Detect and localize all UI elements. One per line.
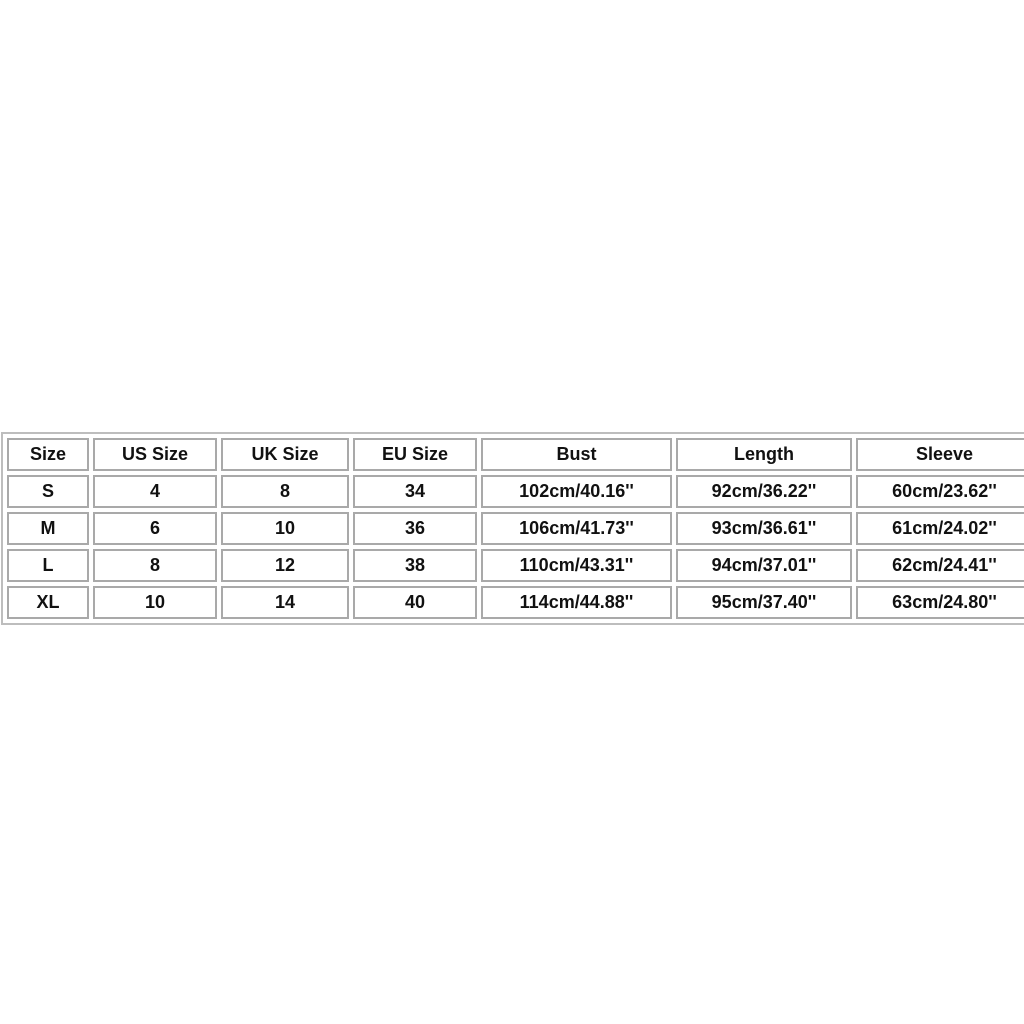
table-row: L 8 12 38 110cm/43.31'' 94cm/37.01'' 62c… xyxy=(7,549,1024,582)
header-row: Size US Size UK Size EU Size Bust Length… xyxy=(7,438,1024,471)
cell-bust: 114cm/44.88'' xyxy=(481,586,672,619)
header-uk-size: UK Size xyxy=(221,438,349,471)
cell-size: M xyxy=(7,512,89,545)
cell-size: S xyxy=(7,475,89,508)
cell-us-size: 8 xyxy=(93,549,217,582)
header-eu-size: EU Size xyxy=(353,438,477,471)
cell-length: 95cm/37.40'' xyxy=(676,586,852,619)
table-row: M 6 10 36 106cm/41.73'' 93cm/36.61'' 61c… xyxy=(7,512,1024,545)
header-us-size: US Size xyxy=(93,438,217,471)
header-length: Length xyxy=(676,438,852,471)
cell-eu-size: 38 xyxy=(353,549,477,582)
cell-length: 93cm/36.61'' xyxy=(676,512,852,545)
cell-size: XL xyxy=(7,586,89,619)
table-row: S 4 8 34 102cm/40.16'' 92cm/36.22'' 60cm… xyxy=(7,475,1024,508)
cell-bust: 102cm/40.16'' xyxy=(481,475,672,508)
cell-uk-size: 14 xyxy=(221,586,349,619)
cell-length: 94cm/37.01'' xyxy=(676,549,852,582)
cell-eu-size: 34 xyxy=(353,475,477,508)
cell-eu-size: 40 xyxy=(353,586,477,619)
cell-uk-size: 10 xyxy=(221,512,349,545)
header-bust: Bust xyxy=(481,438,672,471)
cell-sleeve: 62cm/24.41'' xyxy=(856,549,1024,582)
cell-us-size: 4 xyxy=(93,475,217,508)
cell-eu-size: 36 xyxy=(353,512,477,545)
cell-us-size: 10 xyxy=(93,586,217,619)
cell-length: 92cm/36.22'' xyxy=(676,475,852,508)
header-sleeve: Sleeve xyxy=(856,438,1024,471)
size-chart-table: Size US Size UK Size EU Size Bust Length… xyxy=(1,432,1024,625)
cell-uk-size: 12 xyxy=(221,549,349,582)
cell-bust: 110cm/43.31'' xyxy=(481,549,672,582)
header-size: Size xyxy=(7,438,89,471)
cell-sleeve: 60cm/23.62'' xyxy=(856,475,1024,508)
cell-sleeve: 61cm/24.02'' xyxy=(856,512,1024,545)
cell-bust: 106cm/41.73'' xyxy=(481,512,672,545)
cell-us-size: 6 xyxy=(93,512,217,545)
cell-uk-size: 8 xyxy=(221,475,349,508)
table-row: XL 10 14 40 114cm/44.88'' 95cm/37.40'' 6… xyxy=(7,586,1024,619)
cell-size: L xyxy=(7,549,89,582)
cell-sleeve: 63cm/24.80'' xyxy=(856,586,1024,619)
